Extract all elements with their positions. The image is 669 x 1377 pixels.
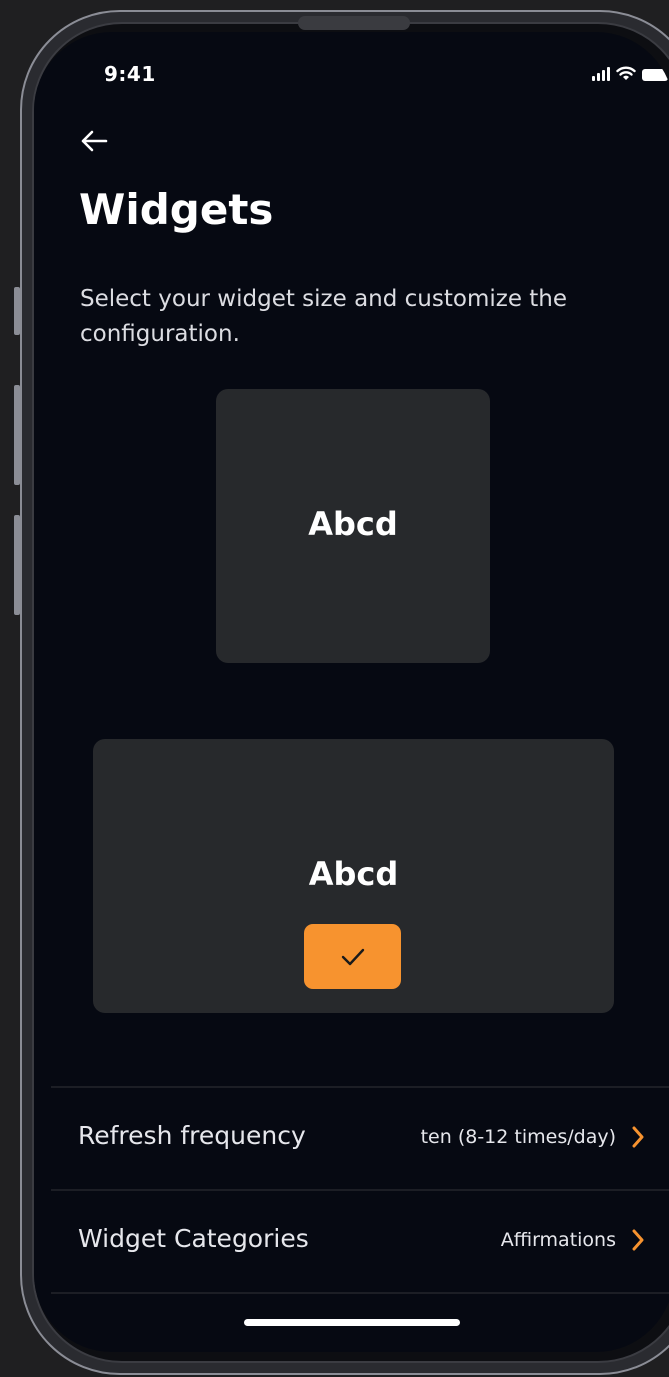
setting-label: Refresh frequency (78, 1121, 306, 1150)
widget-size-small[interactable]: Abcd (216, 389, 490, 663)
wifi-icon (616, 66, 636, 80)
battery-icon (642, 69, 668, 81)
checkmark-icon (341, 948, 364, 965)
speaker-pill (298, 16, 410, 30)
side-button-top (14, 287, 20, 335)
page-title: Widgets (79, 185, 274, 234)
device-stage: 9:41 Widgets Select your widget size and… (0, 0, 669, 1377)
divider (51, 1292, 669, 1294)
side-button-mid (14, 385, 20, 485)
setting-widget-categories[interactable]: Widget Categories Affirmations (51, 1191, 669, 1291)
side-button-low (14, 515, 20, 615)
home-indicator[interactable] (244, 1319, 460, 1326)
widget-preview-label: Abcd (308, 505, 398, 543)
arrow-left-icon[interactable] (78, 127, 110, 155)
widget-size-large[interactable]: Abcd (93, 739, 614, 1013)
chevron-right-icon (632, 1229, 644, 1251)
setting-label: Widget Categories (78, 1224, 309, 1253)
cellular-signal-icon (592, 67, 610, 81)
widget-preview-label: Abcd (308, 855, 399, 893)
status-icons (592, 66, 668, 81)
status-time: 9:41 (104, 62, 156, 86)
chevron-right-icon (632, 1126, 644, 1148)
selected-badge (304, 924, 401, 989)
setting-refresh-frequency[interactable]: Refresh frequency ten (8-12 times/day) (51, 1088, 669, 1188)
page-description: Select your widget size and customize th… (80, 286, 568, 347)
setting-value: ten (8-12 times/day) (420, 1126, 616, 1148)
app-screen: 9:41 Widgets Select your widget size and… (34, 32, 669, 1352)
setting-value: Affirmations (500, 1229, 616, 1251)
